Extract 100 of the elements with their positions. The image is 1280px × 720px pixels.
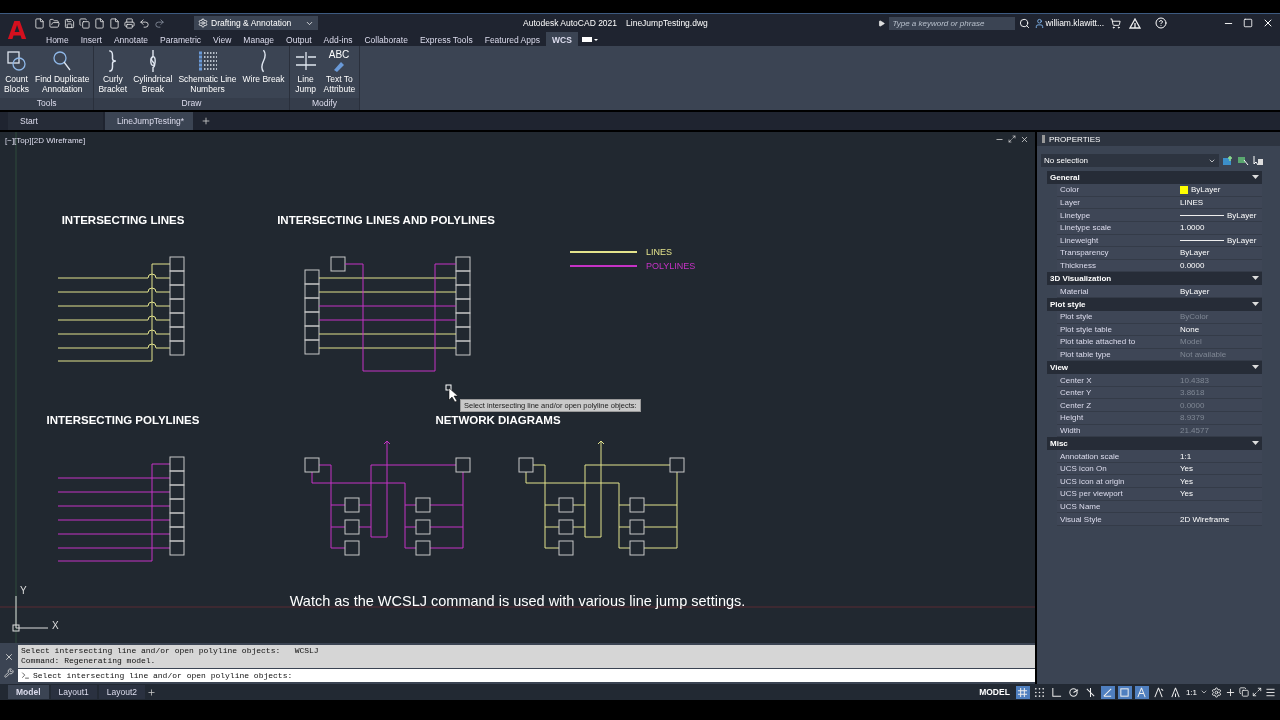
file-icon[interactable] (109, 17, 120, 29)
maximize-icon[interactable] (1243, 18, 1253, 28)
property-value[interactable]: Yes (1180, 489, 1262, 499)
layout-tab[interactable]: Model (8, 685, 49, 700)
property-value[interactable]: 2D Wireframe (1180, 514, 1262, 524)
ribbon-tab[interactable]: Insert (74, 32, 108, 47)
property-label: Color (1059, 185, 1081, 195)
line-sample (1180, 214, 1224, 216)
help-icon[interactable] (1155, 17, 1167, 29)
ribbon-button[interactable]: Count Blocks (2, 49, 32, 94)
layout-tab[interactable]: Layout2 (98, 685, 146, 700)
grip-icon[interactable] (1042, 135, 1045, 144)
ribbon-button[interactable]: Find Duplicate Annotation (33, 49, 92, 94)
ribbon-tab[interactable]: View (207, 32, 238, 47)
ribbon-button[interactable]: Line Jump (291, 49, 320, 94)
user-icon[interactable] (1034, 17, 1046, 29)
ribbon-button[interactable]: Cylindrical Break (131, 49, 175, 94)
snap-toggle[interactable] (1032, 685, 1047, 699)
osnap-toggle[interactable] (1100, 685, 1115, 699)
wrench-icon[interactable] (4, 667, 14, 678)
visibility-toggle[interactable] (1168, 685, 1183, 699)
drawing-title: INTERSECTING LINES AND POLYLINES (277, 214, 495, 227)
property-label: Layer (1059, 198, 1081, 208)
property-label: Lineweight (1059, 235, 1100, 245)
shapes-icon[interactable] (1239, 687, 1249, 698)
command-input[interactable]: Select intersecting line and/or open polyline objects: (18, 669, 1035, 683)
autoscale-toggle[interactable] (1151, 685, 1166, 699)
section-header[interactable]: Misc (1047, 437, 1262, 451)
save-icon[interactable] (64, 17, 75, 29)
new-file-icon[interactable] (34, 17, 45, 29)
selection-toggle[interactable] (1117, 685, 1132, 699)
search-field[interactable]: Type a keyword or phrase (889, 16, 1016, 30)
property-value[interactable]: Yes (1180, 476, 1262, 486)
model-space-button[interactable]: MODEL (979, 687, 1010, 698)
save-as-icon[interactable] (79, 17, 90, 29)
property-value[interactable]: ByLayer (1227, 210, 1257, 220)
collapse-icon (1252, 301, 1259, 307)
ribbon-button[interactable]: Schematic Line Numbers (176, 49, 239, 94)
print-icon[interactable] (124, 17, 135, 29)
ribbon-tab[interactable]: Add-ins (317, 32, 359, 47)
ribbon-tab[interactable]: Annotate (107, 32, 154, 47)
plus-icon[interactable] (1225, 686, 1236, 698)
property-value[interactable]: 1.0000 (1180, 223, 1262, 233)
expand-icon[interactable] (878, 19, 886, 27)
section-header[interactable]: General (1047, 171, 1262, 185)
property-value[interactable]: 0.0000 (1180, 261, 1262, 270)
file-tab[interactable]: LineJumpTesting* (105, 112, 193, 131)
property-value[interactable]: None (1180, 324, 1262, 334)
pickadd-icon[interactable] (1252, 155, 1264, 167)
legend-label: POLYLINES (646, 261, 696, 272)
property-label: Plot style table (1059, 324, 1114, 334)
cart-icon[interactable] (1110, 17, 1121, 29)
grid-toggle[interactable] (1015, 685, 1030, 699)
property-value[interactable]: 1:1 (1180, 451, 1262, 461)
search-icon[interactable] (1019, 17, 1031, 29)
add-layout-icon[interactable] (147, 687, 157, 697)
property-value[interactable]: ByLayer (1180, 248, 1262, 258)
property-value[interactable]: Yes (1180, 464, 1262, 474)
fullscreen-icon[interactable] (1252, 687, 1262, 698)
viewport-label[interactable]: [−][Top][2D Wireframe] (5, 136, 86, 146)
property-value[interactable]: LINES (1180, 198, 1262, 208)
settings-icon[interactable] (1211, 686, 1222, 698)
annotation-toggle[interactable] (1134, 685, 1149, 699)
redo-icon[interactable] (154, 17, 165, 29)
property-value[interactable]: ByLayer (1227, 235, 1257, 245)
selection-dropdown[interactable]: No selection (1041, 154, 1219, 168)
section-header[interactable]: 3D Visualization (1047, 272, 1262, 286)
ribbon-tab[interactable]: Featured Apps (478, 32, 546, 47)
property-value[interactable]: ByLayer (1191, 185, 1221, 195)
file-tab[interactable]: Start (8, 112, 103, 131)
open-folder-icon[interactable] (49, 17, 60, 29)
select-objects-icon[interactable] (1237, 155, 1249, 167)
drawing-title: NETWORK DIAGRAMS (435, 414, 561, 427)
ribbon-tab[interactable]: Collaborate (358, 32, 414, 47)
annotation-scale[interactable]: 1:1 (1185, 687, 1197, 697)
ribbon-tab[interactable]: Manage (237, 32, 281, 47)
ribbon-button[interactable]: Curly Bracket (96, 49, 130, 94)
workspace-dropdown[interactable]: Drafting & Annotation (194, 16, 318, 30)
polar-toggle[interactable] (1066, 685, 1081, 699)
ribbon-button[interactable]: Wire Break (240, 49, 287, 84)
file-title: LineJumpTesting.dwg (626, 18, 708, 28)
ribbon-tab[interactable]: Parametric (154, 32, 208, 47)
document-icon[interactable] (94, 17, 105, 29)
user-name[interactable]: william.klawitt... (1045, 18, 1104, 28)
menu-icon[interactable] (1265, 686, 1276, 698)
property-value[interactable]: ByLayer (1180, 286, 1262, 296)
close-icon[interactable] (1020, 135, 1029, 145)
drawing-canvas[interactable] (0, 132, 1035, 644)
undo-icon[interactable] (139, 17, 150, 29)
restore-icon[interactable] (1008, 135, 1016, 144)
close-icon[interactable] (1262, 17, 1274, 29)
quick-select-icon[interactable] (1222, 155, 1234, 167)
ribbon-button[interactable]: ABC Text To Attribute (321, 49, 358, 94)
layout-tab[interactable]: Layout1 (50, 685, 97, 700)
ribbon-tab[interactable]: Express Tools (413, 32, 479, 47)
ribbon-tab[interactable]: Output (280, 32, 318, 47)
ribbon-tab[interactable]: Home (40, 32, 75, 47)
ortho-toggle[interactable] (1049, 685, 1064, 699)
add-tab-icon[interactable] (201, 116, 211, 127)
section-header[interactable]: View (1047, 361, 1262, 375)
